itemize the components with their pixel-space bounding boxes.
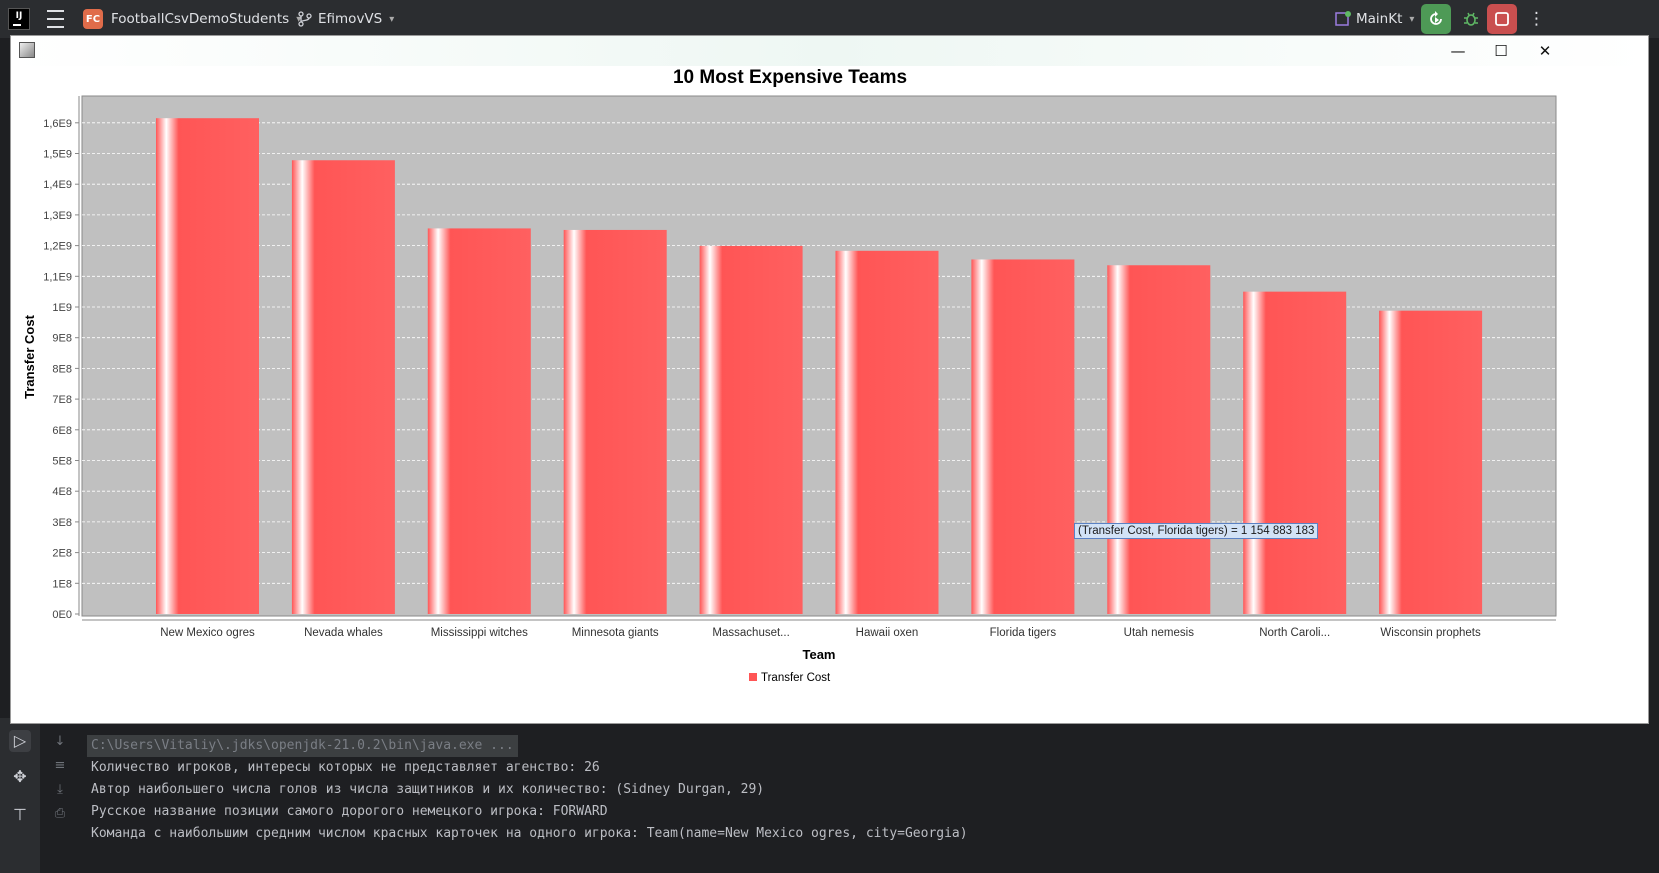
project-badge: FC xyxy=(83,9,103,29)
chart-title: 10 Most Expensive Teams xyxy=(673,67,907,88)
branch-name: EfimovVS xyxy=(318,11,383,27)
legend-swatch xyxy=(749,673,757,681)
java-app-icon xyxy=(19,42,35,58)
x-tick-label: Nevada whales xyxy=(304,627,383,639)
bar-chart[interactable]: 10 Most Expensive Teams 0E0 1E8 2E8 3E8 4E8 5… xyxy=(11,66,1648,723)
stop-button[interactable] xyxy=(1487,4,1517,34)
y-axis: 0E0 1E8 2E8 3E8 4E8 5E8 6E8 7E8 8E8 9E8 1E9 1,1E9 1,… xyxy=(43,96,80,621)
y-tick-label: 9E8 xyxy=(52,333,72,345)
console-line: Русское название позиции самого дорогого… xyxy=(91,804,608,819)
ide-toolbar: IJ FC FootballCsvDemoStudents ▾ EfimovVS… xyxy=(0,0,1659,38)
x-tick-label: Mississippi witches xyxy=(431,627,528,639)
bar[interactable] xyxy=(1243,291,1347,614)
y-tick-label: 8E8 xyxy=(52,363,72,375)
y-tick-label: 1,4E9 xyxy=(43,179,72,191)
x-tick-label: Massachuset... xyxy=(712,627,789,639)
chevron-down-icon: ▾ xyxy=(389,13,395,25)
console-line: Автор наибольшего числа голов из числа з… xyxy=(91,782,765,797)
x-axis: New Mexico ogres Nevada whales Mississippi… xyxy=(82,619,1556,639)
print-icon[interactable]: ⎙ xyxy=(52,806,68,822)
y-tick-label: 4E8 xyxy=(52,486,72,498)
project-name: FootballCsvDemoStudents xyxy=(111,11,290,27)
bar[interactable] xyxy=(971,259,1075,614)
services-icon[interactable]: ✥ xyxy=(9,766,31,788)
bar[interactable] xyxy=(156,118,259,614)
maximize-button[interactable]: ☐ xyxy=(1478,36,1524,66)
y-tick-label: 1,1E9 xyxy=(43,271,72,283)
x-tick-label: Wisconsin prophets xyxy=(1380,627,1481,639)
y-tick-label: 1,3E9 xyxy=(43,210,72,222)
project-selector[interactable]: FC FootballCsvDemoStudents ▾ xyxy=(83,0,301,38)
soft-wrap-icon[interactable]: ≡ xyxy=(52,758,68,774)
bug-icon xyxy=(1464,12,1478,26)
stop-icon xyxy=(1495,12,1509,26)
x-tick-label: North Caroli... xyxy=(1259,627,1330,639)
run-config-selector[interactable]: MainKt ▾ xyxy=(1335,0,1414,38)
tool-window-strip: ✲ ▷ ✥ ⊤ xyxy=(0,697,40,873)
minimize-button[interactable]: — xyxy=(1435,36,1481,66)
more-options-icon[interactable]: ⋮ xyxy=(1528,0,1545,38)
chevron-down-icon: ▾ xyxy=(1409,13,1415,25)
terminal-icon[interactable]: ⊤ xyxy=(9,804,31,826)
close-button[interactable]: ✕ xyxy=(1522,36,1568,66)
console-line: Команда с наибольшим средним числом крас… xyxy=(91,826,968,841)
y-tick-label: 5E8 xyxy=(52,456,72,468)
bar[interactable] xyxy=(699,245,803,615)
java-command: C:\Users\Vitaliy\.jdks\openjdk-21.0.2\bi… xyxy=(87,735,518,757)
y-tick-label: 1,2E9 xyxy=(43,241,72,253)
run-tool-icon[interactable]: ▷ xyxy=(9,730,31,752)
x-tick-label: Florida tigers xyxy=(990,627,1057,639)
legend: Transfer Cost xyxy=(749,672,831,684)
y-tick-label: 2E8 xyxy=(52,548,72,560)
legend-label: Transfer Cost xyxy=(761,672,831,684)
chart-window: — ☐ ✕ 10 Most Expensive Teams 0E0 1E8 2E8 3… xyxy=(10,35,1649,724)
scroll-to-end-icon[interactable]: ⤓ xyxy=(52,782,68,798)
bar[interactable] xyxy=(1379,310,1483,614)
run-config-name: MainKt xyxy=(1356,11,1403,27)
y-tick-label: 1,5E9 xyxy=(43,149,72,161)
bar[interactable] xyxy=(835,250,939,614)
rerun-button[interactable] xyxy=(1421,4,1451,34)
y-tick-label: 1,6E9 xyxy=(43,118,72,130)
debug-button[interactable] xyxy=(1456,4,1486,34)
y-tick-label: 0E0 xyxy=(52,609,72,621)
bar[interactable] xyxy=(1107,265,1211,614)
y-axis-label: Transfer Cost xyxy=(22,314,37,398)
bar[interactable] xyxy=(291,160,395,614)
y-tick-label: 1E9 xyxy=(52,302,72,314)
y-tick-label: 6E8 xyxy=(52,425,72,437)
main-menu-icon[interactable] xyxy=(47,0,64,38)
x-axis-label: Team xyxy=(803,647,836,662)
y-tick-label: 1E8 xyxy=(52,578,72,590)
y-tick-label: 3E8 xyxy=(52,517,72,529)
bar[interactable] xyxy=(427,228,531,614)
bar-tooltip: (Transfer Cost, Florida tigers) = 1 154 … xyxy=(1074,523,1319,539)
console-actions-gutter: ↑ ↓ ≡ ⤓ ⎙ xyxy=(40,710,80,873)
bar[interactable] xyxy=(563,229,667,614)
intellij-logo[interactable]: IJ xyxy=(8,8,30,30)
scroll-down-icon[interactable]: ↓ xyxy=(52,734,68,750)
rerun-icon xyxy=(1430,11,1442,25)
kotlin-file-icon xyxy=(1335,11,1351,26)
x-tick-label: Minnesota giants xyxy=(572,627,659,639)
run-console[interactable]: C:\Users\Vitaliy\.jdks\openjdk-21.0.2\bi… xyxy=(80,735,1659,873)
branch-selector[interactable]: EfimovVS ▾ xyxy=(298,0,394,38)
x-tick-label: Hawaii oxen xyxy=(856,627,919,639)
git-branch-icon xyxy=(298,11,312,27)
x-tick-label: New Mexico ogres xyxy=(160,627,255,639)
console-line: Количество игроков, интересы которых не … xyxy=(91,760,600,775)
y-tick-label: 7E8 xyxy=(52,394,72,406)
x-tick-label: Utah nemesis xyxy=(1124,627,1195,639)
window-titlebar[interactable]: — ☐ ✕ xyxy=(11,36,1648,66)
